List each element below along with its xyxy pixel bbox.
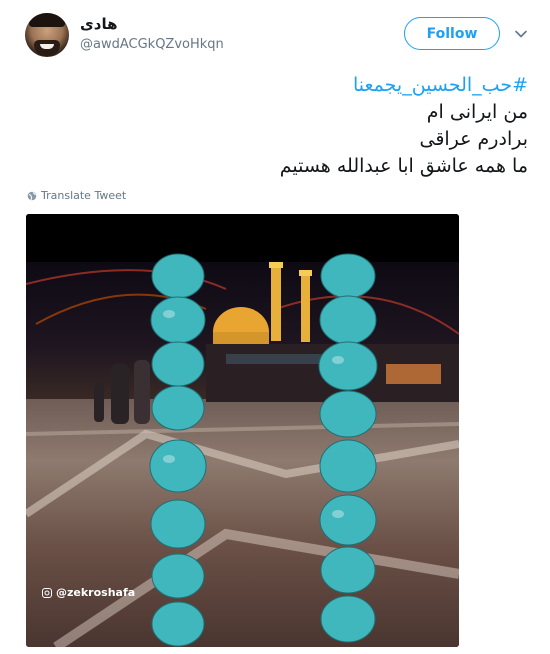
- avatar[interactable]: [25, 13, 69, 57]
- hashtag-link[interactable]: #حب_الحسين_يجمعنا: [28, 72, 528, 99]
- globe-icon: [27, 191, 37, 200]
- instagram-icon: [42, 587, 52, 598]
- translate-label: Translate Tweet: [41, 189, 127, 202]
- tweet-line-1: من ایرانی ام: [426, 101, 528, 123]
- display-name[interactable]: هادی: [80, 15, 117, 33]
- tweet-line-2: برادرم عراقی: [419, 128, 528, 150]
- image-watermark: @zekroshafa: [42, 586, 135, 599]
- user-handle[interactable]: @awdACGkQZvoHkqn: [80, 37, 224, 52]
- follow-button[interactable]: Follow: [404, 17, 500, 50]
- prayer-beads: [149, 253, 378, 647]
- chevron-down-icon[interactable]: [514, 27, 528, 41]
- watermark-label: @zekroshafa: [56, 586, 136, 599]
- translate-tweet-link[interactable]: Translate Tweet: [27, 189, 126, 202]
- tweet-media-image[interactable]: @zekroshafa: [26, 214, 459, 647]
- tweet-line-3: ما همه عاشق ابا عبدالله هستیم: [279, 155, 528, 177]
- avatar-hair: [29, 13, 65, 27]
- tweet-text: #حب_الحسين_يجمعنا من ایرانی ام برادرم عر…: [28, 72, 528, 180]
